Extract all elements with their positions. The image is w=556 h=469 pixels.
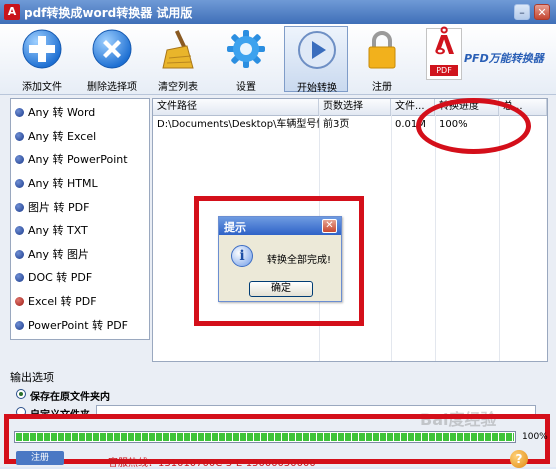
dialog-title: 提示: [224, 221, 246, 234]
cell-pages[interactable]: 前3页: [319, 117, 391, 133]
remove-selected-button[interactable]: 删除选择项: [80, 26, 144, 93]
lock-icon: [368, 31, 396, 69]
highlight-ellipse: [416, 98, 531, 154]
gear-icon: [227, 30, 265, 68]
bullet-icon: [15, 203, 24, 212]
app-window: A pdf转换成word转换器 试用版 – ✕ 添加文件 删除选择项 清空列表 …: [0, 0, 556, 469]
bullet-icon: [15, 321, 24, 330]
settings-label: 设置: [236, 82, 256, 93]
remove-selected-label: 删除选择项: [87, 82, 137, 93]
message-dialog: 提示 ✕ i 转换全部完成! 确定: [218, 216, 342, 302]
clear-list-label: 清空列表: [158, 82, 198, 93]
column-divider: [435, 115, 436, 361]
pdf-document-icon: ᕔ PDF: [426, 28, 462, 80]
app-icon: A: [4, 4, 20, 20]
format-item[interactable]: Any 转 HTML: [15, 174, 98, 194]
save-original-label[interactable]: 保存在原文件夹内: [30, 388, 110, 403]
register-button[interactable]: 注册: [350, 26, 414, 93]
start-convert-button[interactable]: 开始转换: [284, 26, 348, 94]
column-divider: [391, 115, 392, 361]
format-item[interactable]: PowerPoint 转 PDF: [15, 316, 128, 336]
info-icon: i: [231, 245, 253, 267]
col-pages-header[interactable]: 页数选择: [319, 99, 391, 115]
start-convert-label: 开始转换: [297, 83, 337, 94]
play-icon: [298, 31, 336, 69]
cell-path[interactable]: D:\Documents\Desktop\车辆型号情...: [153, 117, 319, 133]
dialog-close-button[interactable]: ✕: [322, 219, 337, 233]
bullet-icon: [15, 179, 24, 188]
format-item[interactable]: Any 转 Excel: [15, 127, 96, 147]
format-item[interactable]: Any 转 图片: [15, 245, 89, 265]
bullet-icon: [15, 108, 24, 117]
clear-list-button[interactable]: 清空列表: [146, 26, 210, 93]
format-item[interactable]: DOC 转 PDF: [15, 268, 92, 288]
remove-x-icon: [92, 29, 132, 69]
bullet-icon: [15, 226, 24, 235]
format-item[interactable]: 图片 转 PDF: [15, 198, 89, 218]
toolbar: 添加文件 删除选择项 清空列表 设置 开始转换 注册 ᕔ PDF PFD万能转换…: [0, 24, 556, 95]
format-item[interactable]: Any 转 Word: [15, 103, 95, 123]
progress-bar: [14, 431, 516, 443]
brand-text: PFD万能转换器: [464, 52, 544, 65]
pdf-tag: PDF: [430, 65, 458, 76]
dialog-message: 转换全部完成!: [267, 255, 332, 266]
minimize-button[interactable]: –: [514, 4, 530, 20]
save-original-radio[interactable]: [16, 389, 26, 399]
column-divider: [499, 115, 500, 361]
add-file-label: 添加文件: [22, 82, 62, 93]
bullet-icon: [15, 132, 24, 141]
settings-button[interactable]: 设置: [214, 26, 278, 93]
broom-icon: [162, 30, 194, 69]
title-bar: A pdf转换成word转换器 试用版 – ✕: [0, 0, 556, 24]
format-item[interactable]: Any 转 PowerPoint: [15, 150, 128, 170]
window-title: pdf转换成word转换器 试用版: [24, 6, 193, 20]
bullet-icon: [15, 297, 24, 306]
col-path-header[interactable]: 文件路径: [153, 99, 319, 115]
add-file-button[interactable]: 添加文件: [10, 26, 74, 93]
format-list: Any 转 Word Any 转 Excel Any 转 PowerPoint …: [10, 98, 150, 340]
ok-button[interactable]: 确定: [249, 281, 313, 297]
bottom-register-button[interactable]: 注册: [16, 451, 64, 465]
bullet-icon: [15, 155, 24, 164]
help-icon[interactable]: ?: [510, 450, 528, 468]
progress-percent: 100%: [522, 432, 548, 442]
format-item[interactable]: Any 转 TXT: [15, 221, 88, 241]
brand-logo: ᕔ PDF PFD万能转换器: [424, 26, 552, 92]
acrobat-icon: ᕔ: [433, 31, 455, 61]
register-label: 注册: [372, 82, 392, 93]
bullet-icon: [15, 273, 24, 282]
format-item[interactable]: Excel 转 PDF: [15, 292, 97, 312]
bullet-icon: [15, 250, 24, 259]
close-button[interactable]: ✕: [534, 4, 550, 20]
plus-icon: [22, 29, 62, 69]
output-section-label: 输出选项: [10, 371, 54, 384]
progress-fill: [16, 433, 514, 441]
dialog-title-bar: 提示 ✕: [219, 217, 341, 235]
